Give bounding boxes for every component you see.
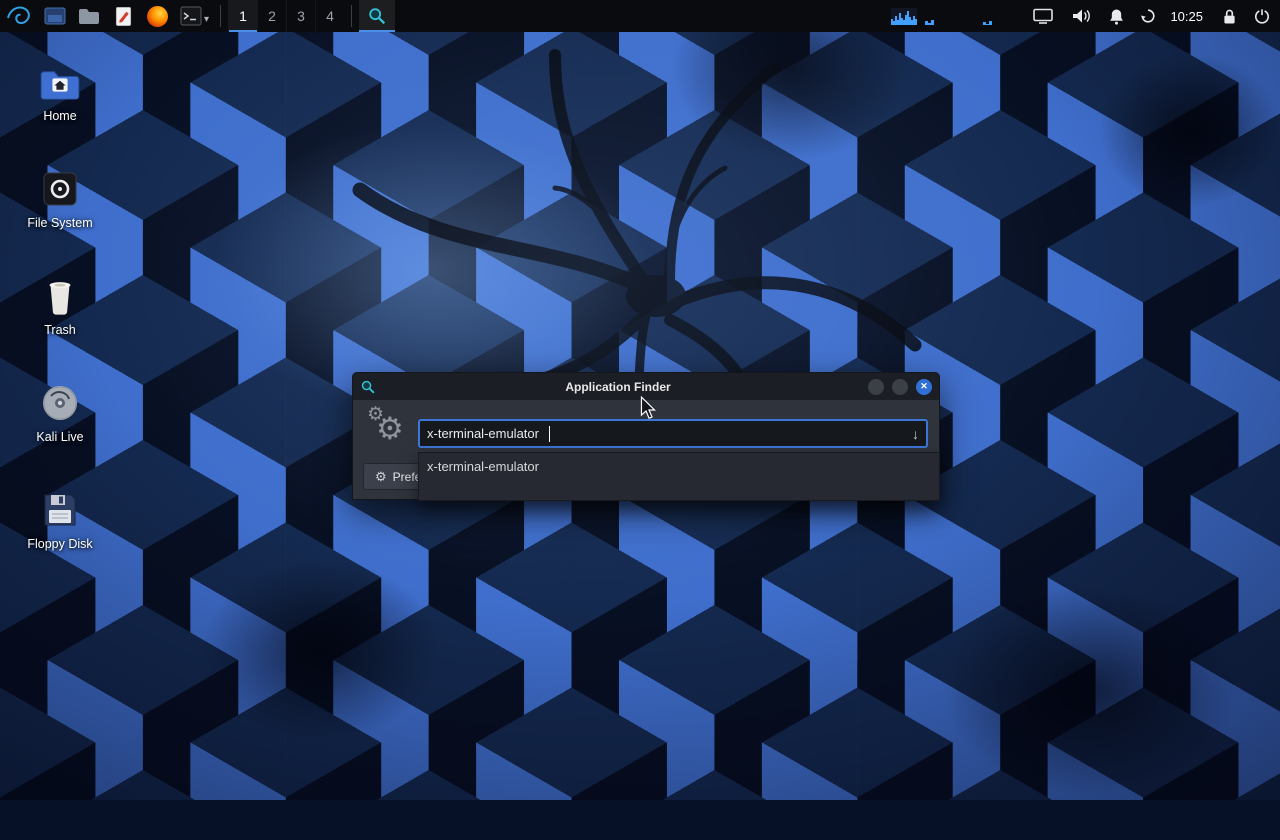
search-input-value: x-terminal-emulator [427,426,539,441]
window-title: Application Finder [376,380,860,394]
workspace-3[interactable]: 3 [286,0,315,32]
search-input[interactable]: x-terminal-emulator ↓ [418,419,928,448]
desktop-icon-label: Trash [8,323,112,337]
large-gear-glyph: ⚙ [376,411,404,447]
cpu-graph-icon [891,8,917,25]
text-editor-launcher[interactable] [106,0,140,32]
display-icon [1033,8,1053,24]
folder-icon [78,7,100,25]
net-graph-icon [925,8,935,25]
power-icon [1254,8,1270,24]
close-button[interactable]: ✕ [916,379,932,395]
minimize-button[interactable] [868,379,884,395]
cpu-graph-plugin[interactable] [891,8,917,25]
desktop-icon-home[interactable]: Home [8,56,112,123]
desktop-icon-label: Home [8,109,112,123]
kali-logo-icon [6,3,32,29]
panel-right-cluster: 10:25 [891,0,1280,32]
lock-icon [1223,8,1236,25]
file-manager-icon [44,6,66,26]
sync-arrow-icon [1140,8,1156,24]
magnifier-icon [367,6,387,26]
floppy-icon [8,484,112,530]
terminal-launcher[interactable] [174,0,208,32]
maximize-button[interactable] [892,379,908,395]
kali-menu-button[interactable] [0,0,38,32]
desktop-icon-label: Floppy Disk [8,537,112,551]
workspace-4[interactable]: 4 [315,0,344,32]
file-system-icon [8,163,112,209]
firefox-icon [147,6,168,27]
disc-icon [8,377,112,423]
disk-graph-plugin[interactable] [983,8,993,25]
firefox-launcher[interactable] [140,0,174,32]
clock[interactable]: 10:25 [1170,9,1203,24]
desktop-icon-floppy-disk[interactable]: Floppy Disk [8,484,112,551]
desktop-icon-kali-live[interactable]: Kali Live [8,377,112,444]
completion-item[interactable]: x-terminal-emulator [419,453,939,480]
panel-left-cluster: ▾ 1 2 3 4 [0,0,395,32]
desktop-icon-label: File System [8,216,112,230]
desktop-icon-file-system[interactable]: File System [8,163,112,230]
gears-icon: ⚙ ⚙ [367,405,413,451]
text-caret [549,426,550,442]
disk-graph-icon [983,8,993,25]
application-finder-window: Application Finder ✕ ⚙ ⚙ x-terminal-emul… [352,372,940,500]
text-editor-icon [115,6,132,27]
dropdown-arrow-icon[interactable]: ↓ [912,426,919,442]
top-panel: ▾ 1 2 3 4 [0,0,1280,32]
workspace-2[interactable]: 2 [257,0,286,32]
desktop-icon-label: Kali Live [8,430,112,444]
desktop-icon-trash[interactable]: Trash [8,270,112,337]
taskbar-appfinder-button[interactable] [359,0,395,32]
net-graph-plugin[interactable] [925,8,935,25]
home-folder-icon [8,56,112,102]
terminal-icon [180,6,202,26]
titlebar[interactable]: Application Finder ✕ [353,373,939,400]
completion-popup: x-terminal-emulator [418,452,940,501]
window-buttons: ✕ [860,379,932,395]
appfinder-window-icon [360,379,376,395]
file-manager-launcher[interactable] [38,0,72,32]
display-settings-tray[interactable] [1033,8,1053,24]
folder-launcher[interactable] [72,0,106,32]
session-power-tray[interactable] [1254,8,1270,24]
gear-icon: ⚙ [375,469,387,485]
notifications-tray[interactable] [1109,8,1124,25]
screenlock-tray[interactable] [1223,8,1236,25]
workspace-1[interactable]: 1 [228,0,257,32]
terminal-dropdown-chevron-icon[interactable]: ▾ [204,14,209,25]
updates-tray[interactable] [1140,8,1156,24]
trash-icon [8,270,112,316]
volume-tray[interactable] [1071,8,1091,24]
bell-icon [1109,8,1124,25]
panel-separator [220,5,221,27]
panel-separator [351,5,352,27]
speaker-icon [1071,8,1091,24]
